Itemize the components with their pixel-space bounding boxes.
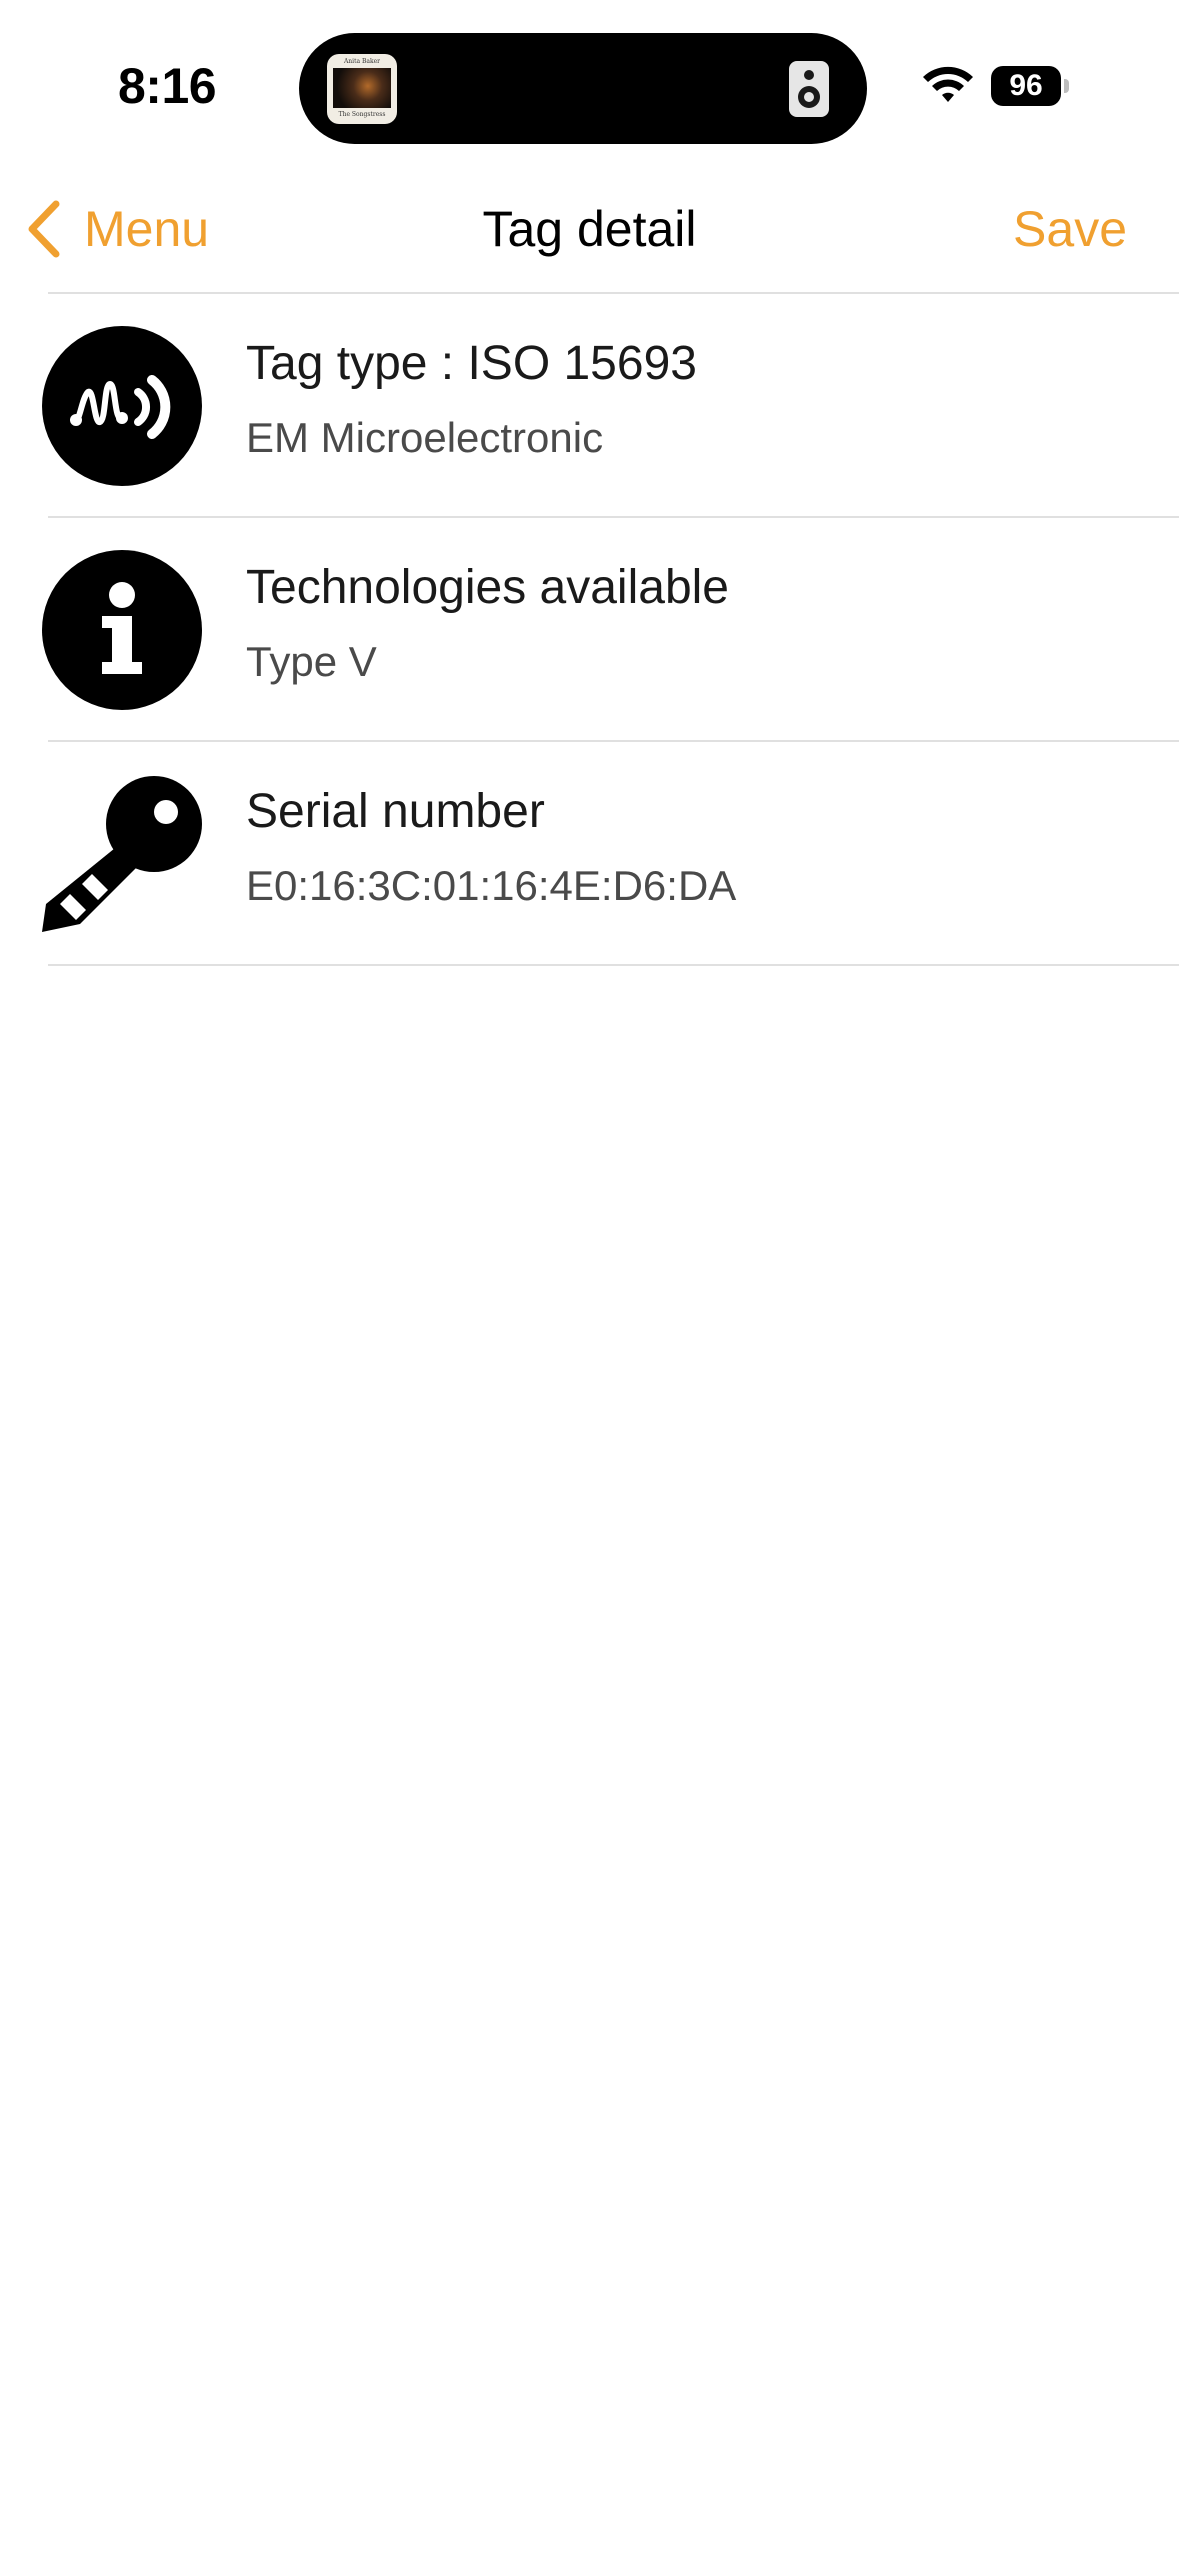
row-title: Technologies available	[246, 561, 729, 614]
divider	[48, 964, 1179, 966]
dynamic-island[interactable]: Anita Baker The Songstress	[299, 33, 867, 144]
nfc-tag-icon	[42, 326, 202, 486]
album-art-title-text: The Songstress	[338, 111, 386, 118]
row-subtitle: E0:16:3C:01:16:4E:D6:DA	[246, 862, 737, 909]
list-item-technologies[interactable]: Technologies available Type V	[0, 518, 1179, 742]
status-time: 8:16	[118, 58, 217, 114]
key-icon	[42, 776, 202, 932]
row-title: Serial number	[246, 785, 545, 838]
back-button-label: Menu	[84, 201, 210, 257]
speaker-icon	[789, 61, 829, 117]
status-bar: 8:16 Anita Baker The Songstress 96	[0, 0, 1179, 170]
row-subtitle: EM Microelectronic	[246, 414, 604, 461]
battery-tip	[1064, 79, 1069, 93]
navigation-bar: Tag detail Menu Save	[0, 170, 1179, 294]
row-subtitle: Type V	[246, 638, 377, 685]
save-button[interactable]: Save	[1013, 194, 1127, 264]
list-item-tag-type[interactable]: Tag type : ISO 15693 EM Microelectronic	[0, 294, 1179, 518]
info-icon	[42, 550, 202, 710]
now-playing-album-art[interactable]: Anita Baker The Songstress	[327, 54, 397, 124]
back-button[interactable]: Menu	[22, 194, 209, 264]
tag-detail-list: Tag type : ISO 15693 EM Microelectronic …	[0, 294, 1179, 966]
list-item-serial-number[interactable]: Serial number E0:16:3C:01:16:4E:D6:DA	[0, 742, 1179, 966]
row-title: Tag type : ISO 15693	[246, 337, 697, 390]
album-art-photo	[333, 68, 391, 108]
wifi-icon	[923, 66, 973, 102]
chevron-left-icon	[28, 200, 60, 258]
album-art-artist-text: Anita Baker	[343, 58, 381, 65]
battery-indicator: 96	[991, 66, 1061, 106]
